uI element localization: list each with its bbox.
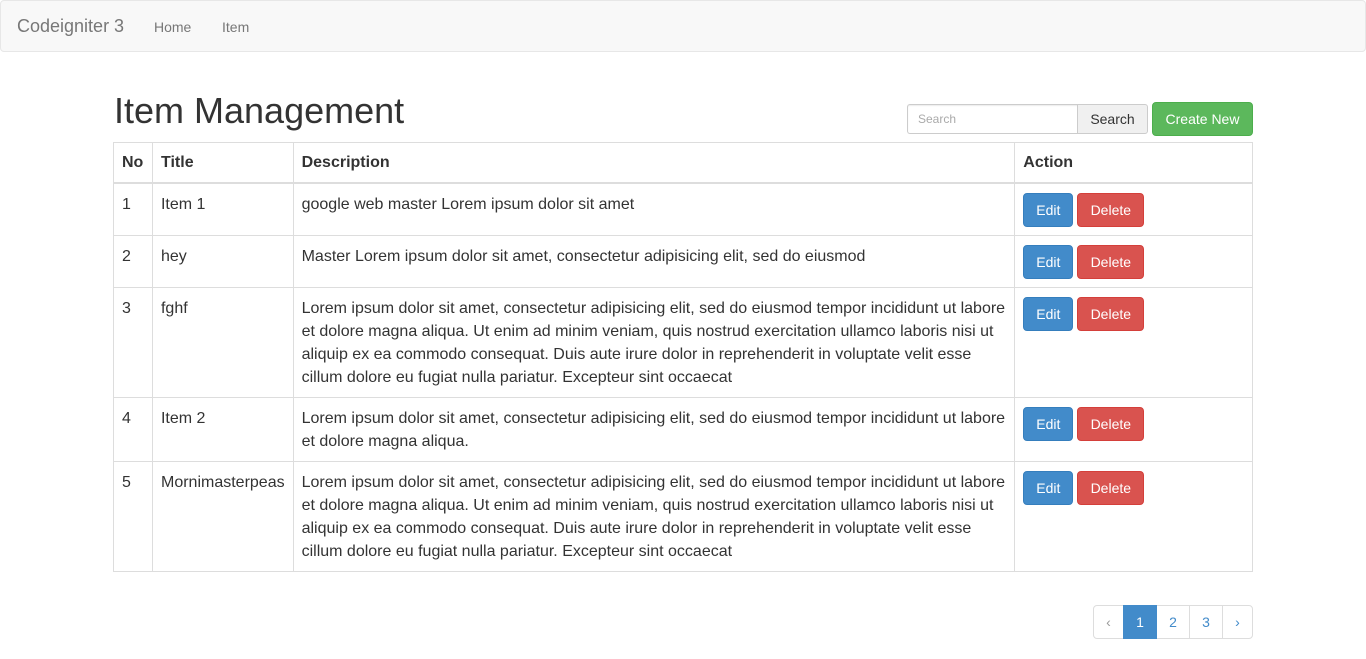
edit-button[interactable]: Edit [1023, 193, 1074, 227]
column-header-action: Action [1014, 142, 1253, 184]
pagination-next-chevron-icon[interactable]: › [1222, 605, 1253, 639]
items-table: No Title Description Action 1 Item 1 goo… [113, 142, 1253, 572]
nav-link-home[interactable]: Home [154, 18, 191, 36]
edit-button[interactable]: Edit [1023, 471, 1074, 505]
cell-no: 4 [113, 397, 153, 462]
cell-description: Lorem ipsum dolor sit amet, consectetur … [292, 287, 1016, 398]
cell-action: Edit Delete [1014, 287, 1253, 398]
cell-title: Item 1 [151, 182, 294, 236]
edit-button[interactable]: Edit [1023, 297, 1074, 331]
cell-no: 2 [113, 235, 153, 288]
cell-description: google web master Lorem ipsum dolor sit … [292, 182, 1016, 236]
pagination: ‹ 1 2 3 › [1093, 605, 1253, 639]
search-button[interactable]: Search [1077, 104, 1148, 134]
nav-link-item[interactable]: Item [222, 18, 249, 36]
cell-title: hey [151, 235, 294, 288]
navbar: Codeigniter 3 Home Item [0, 0, 1366, 52]
pagination-page-1[interactable]: 1 [1123, 605, 1157, 639]
cell-title: fghf [151, 287, 294, 398]
cell-action: Edit Delete [1014, 461, 1253, 572]
delete-button[interactable]: Delete [1077, 245, 1145, 279]
delete-button[interactable]: Delete [1077, 471, 1145, 505]
cell-description: Master Lorem ipsum dolor sit amet, conse… [292, 235, 1016, 288]
table-row: 2 hey Master Lorem ipsum dolor sit amet,… [113, 235, 1253, 288]
table-row: 3 fghf Lorem ipsum dolor sit amet, conse… [113, 287, 1253, 398]
cell-no: 5 [113, 461, 153, 572]
cell-description: Lorem ipsum dolor sit amet, consectetur … [292, 397, 1016, 462]
delete-button[interactable]: Delete [1077, 297, 1145, 331]
delete-button[interactable]: Delete [1077, 407, 1145, 441]
page-title: Item Management [114, 90, 405, 131]
pagination-page-2[interactable]: 2 [1156, 605, 1190, 639]
cell-no: 1 [113, 182, 153, 236]
edit-button[interactable]: Edit [1023, 245, 1074, 279]
cell-action: Edit Delete [1014, 182, 1253, 236]
pagination-prev-chevron-icon[interactable]: ‹ [1093, 605, 1124, 639]
column-header-title: Title [151, 142, 294, 184]
cell-no: 3 [113, 287, 153, 398]
delete-button[interactable]: Delete [1077, 193, 1145, 227]
navbar-brand[interactable]: Codeigniter 3 [17, 16, 124, 36]
search-input[interactable] [907, 104, 1078, 134]
table-row: 5 Mornimasterpeas Lorem ipsum dolor sit … [113, 461, 1253, 572]
cell-action: Edit Delete [1014, 235, 1253, 288]
create-new-button[interactable]: Create New [1152, 102, 1253, 136]
column-header-description: Description [292, 142, 1016, 184]
cell-title: Mornimasterpeas [151, 461, 294, 572]
edit-button[interactable]: Edit [1023, 407, 1074, 441]
cell-title: Item 2 [151, 397, 294, 462]
table-row: 4 Item 2 Lorem ipsum dolor sit amet, con… [113, 397, 1253, 462]
table-header-row: No Title Description Action [113, 142, 1253, 184]
table-row: 1 Item 1 google web master Lorem ipsum d… [113, 182, 1253, 236]
cell-description: Lorem ipsum dolor sit amet, consectetur … [292, 461, 1016, 572]
pagination-page-3[interactable]: 3 [1189, 605, 1223, 639]
column-header-no: No [113, 142, 153, 184]
cell-action: Edit Delete [1014, 397, 1253, 462]
